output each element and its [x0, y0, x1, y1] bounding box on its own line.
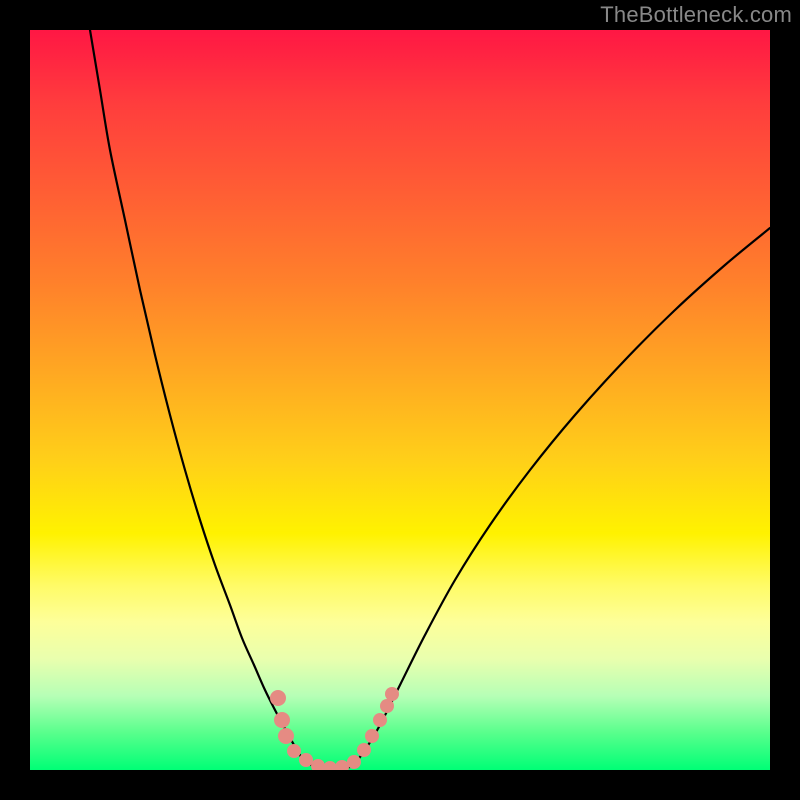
- valley-marker: [373, 713, 387, 727]
- valley-marker: [274, 712, 290, 728]
- valley-marker: [323, 761, 337, 770]
- bottleneck-curve: [90, 30, 770, 770]
- valley-markers-group: [270, 687, 399, 770]
- valley-marker: [270, 690, 286, 706]
- valley-marker: [278, 728, 294, 744]
- plot-area: [30, 30, 770, 770]
- valley-marker: [287, 744, 301, 758]
- valley-marker: [385, 687, 399, 701]
- valley-marker: [380, 699, 394, 713]
- valley-marker: [311, 759, 325, 770]
- chart-frame: TheBottleneck.com: [0, 0, 800, 800]
- valley-marker: [299, 753, 313, 767]
- curve-svg: [30, 30, 770, 770]
- valley-marker: [365, 729, 379, 743]
- attribution-label: TheBottleneck.com: [600, 2, 792, 28]
- valley-marker: [347, 755, 361, 769]
- valley-marker: [357, 743, 371, 757]
- valley-marker: [335, 760, 349, 770]
